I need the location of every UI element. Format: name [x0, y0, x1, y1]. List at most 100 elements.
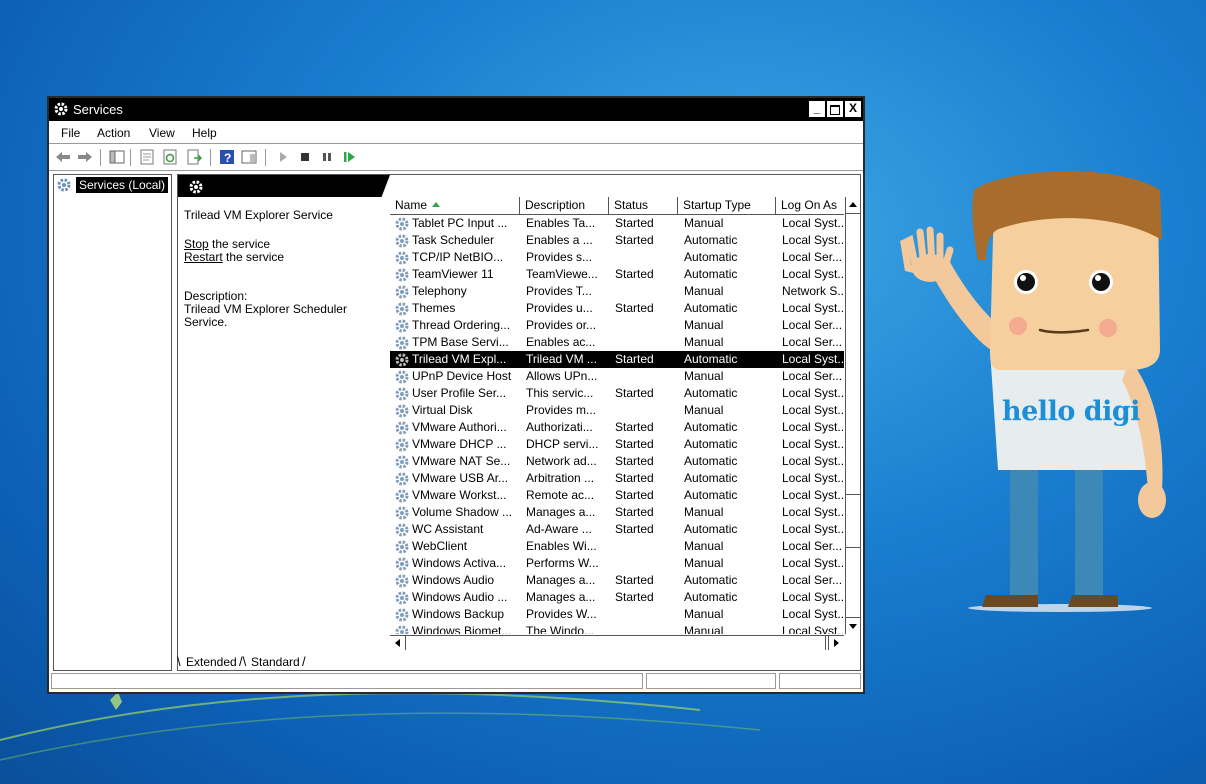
scroll-down-icon[interactable] — [846, 617, 860, 634]
services-window: Services _ X File Action View Help ? Ser… — [47, 96, 865, 694]
horizontal-scroll-thumb[interactable] — [406, 636, 826, 650]
pane-header — [178, 175, 390, 197]
table-row[interactable]: VMware Workst... Remote ac... Started Autom… — [390, 487, 844, 504]
table-row[interactable]: TPM Base Servi... Enables ac... Manual Loca… — [390, 334, 844, 351]
back-arrow-icon[interactable] — [55, 149, 71, 165]
cell-description: Authorizati... — [526, 420, 593, 434]
table-row[interactable]: Trilead VM Expl... Trilead VM ... Started A… — [390, 351, 844, 368]
table-row[interactable]: TeamViewer 11 TeamViewe... Started Automati… — [390, 266, 844, 283]
cell-description: Enables Ta... — [526, 216, 596, 230]
cell-name: VMware NAT Se... — [412, 454, 511, 468]
properties-icon[interactable] — [139, 149, 155, 165]
column-headers: Name Description Status Startup Type Log… — [390, 197, 844, 215]
export-list-icon[interactable] — [186, 149, 202, 165]
vertical-scroll-thumb[interactable] — [846, 494, 860, 548]
extended-description-panel: Trilead VM Explorer Service Stop the ser… — [184, 209, 384, 329]
table-row[interactable]: VMware USB Ar... Arbitration ... Started Au… — [390, 470, 844, 487]
resume-icon[interactable] — [342, 149, 358, 165]
table-row[interactable]: VMware DHCP ... DHCP servi... Started Autom… — [390, 436, 844, 453]
service-rows: Tablet PC Input ... Enables Ta... Started M… — [390, 215, 844, 634]
stop-service-link[interactable]: Stop — [184, 237, 209, 251]
cell-logon: Local Syst... — [782, 505, 844, 519]
table-row[interactable]: Task Scheduler Enables a ... Started Automa… — [390, 232, 844, 249]
gear-icon — [395, 421, 409, 435]
tab-extended[interactable]: Extended — [186, 655, 237, 669]
cell-status: Started — [615, 267, 654, 281]
close-button[interactable]: X — [845, 101, 861, 117]
column-header-status[interactable]: Status — [609, 197, 678, 214]
cell-logon: Local Syst... — [782, 267, 844, 281]
forward-arrow-icon[interactable] — [77, 149, 93, 165]
cell-description: Trilead VM ... — [526, 352, 597, 366]
cell-status: Started — [615, 590, 654, 604]
gear-icon — [395, 523, 409, 537]
gear-icon — [395, 251, 409, 265]
table-row[interactable]: Thread Ordering... Provides or... Manual Lo… — [390, 317, 844, 334]
svg-text:?: ? — [224, 151, 231, 165]
gear-icon — [395, 438, 409, 452]
table-row[interactable]: Tablet PC Input ... Enables Ta... Started M… — [390, 215, 844, 232]
table-row[interactable]: Virtual Disk Provides m... Manual Local Sys… — [390, 402, 844, 419]
cell-status: Started — [615, 488, 654, 502]
column-header-name[interactable]: Name — [390, 197, 520, 214]
tree-item-label: Services (Local) — [76, 177, 169, 193]
restart-service-link[interactable]: Restart — [184, 250, 223, 264]
table-row[interactable]: Windows Audio ... Manages a... Started Auto… — [390, 589, 844, 606]
cell-startup: Automatic — [684, 522, 738, 536]
refresh-icon[interactable] — [162, 149, 178, 165]
column-header-log-on-as[interactable]: Log On As — [776, 197, 844, 214]
maximize-button[interactable] — [827, 101, 843, 117]
help-icon[interactable]: ? — [219, 149, 235, 165]
horizontal-scrollbar[interactable] — [390, 635, 844, 650]
menu-action[interactable]: Action — [97, 126, 130, 140]
table-row[interactable]: TCP/IP NetBIO... Provides s... Automatic Lo… — [390, 249, 844, 266]
cell-description: Enables a ... — [526, 233, 593, 247]
cell-startup: Manual — [684, 624, 724, 634]
title-bar[interactable]: Services _ X — [49, 98, 863, 121]
cell-startup: Automatic — [684, 454, 738, 468]
table-row[interactable]: UPnP Device Host Allows UPn... Manual Local… — [390, 368, 844, 385]
cell-name: Windows Biomet... — [412, 624, 512, 634]
table-row[interactable]: Windows Audio Manages a... Started Automati… — [390, 572, 844, 589]
table-row[interactable]: Telephony Provides T... Manual Network S... — [390, 283, 844, 300]
cell-startup: Automatic — [684, 573, 738, 587]
column-header-description[interactable]: Description — [520, 197, 609, 214]
cell-logon: Local Syst... — [782, 216, 844, 230]
close-icon: X — [848, 101, 857, 115]
table-row[interactable]: WebClient Enables Wi... Manual Local Ser... — [390, 538, 844, 555]
tab-standard[interactable]: Standard — [251, 655, 300, 669]
cell-startup: Automatic — [684, 420, 738, 434]
pause-icon[interactable] — [319, 149, 335, 165]
table-row[interactable]: WC Assistant Ad-Aware ... Started Automatic… — [390, 521, 844, 538]
scroll-up-icon[interactable] — [846, 197, 860, 214]
minimize-button[interactable]: _ — [809, 101, 825, 117]
table-row[interactable]: User Profile Ser... This servic... Started… — [390, 385, 844, 402]
cell-logon: Local Ser... — [782, 318, 843, 332]
menu-view[interactable]: View — [149, 126, 175, 140]
table-row[interactable]: Windows Activa... Performs W... Manual Loca… — [390, 555, 844, 572]
cell-description: Provides s... — [526, 250, 593, 264]
show-hide-console-tree-icon[interactable] — [109, 149, 125, 165]
menu-file[interactable]: File — [61, 126, 80, 140]
gear-icon — [395, 608, 409, 622]
table-row[interactable]: Themes Provides u... Started Automatic Local… — [390, 300, 844, 317]
scroll-left-icon[interactable] — [390, 636, 406, 650]
table-row[interactable]: Volume Shadow ... Manages a... Started Manu… — [390, 504, 844, 521]
tab-divider: / — [302, 654, 306, 669]
cell-description: Provides m... — [526, 403, 597, 417]
cell-startup: Automatic — [684, 352, 738, 366]
column-header-startup-type[interactable]: Startup Type — [678, 197, 776, 214]
table-row[interactable]: Windows Backup Provides W... Manual Local S… — [390, 606, 844, 623]
table-row[interactable]: VMware NAT Se... Network ad... Started Auto… — [390, 453, 844, 470]
cell-description: Provides u... — [526, 301, 593, 315]
menu-help[interactable]: Help — [192, 126, 217, 140]
play-icon[interactable] — [275, 149, 291, 165]
cell-name: Tablet PC Input ... — [412, 216, 508, 230]
table-row[interactable]: VMware Authori... Authorizati... Started Au… — [390, 419, 844, 436]
action-pane-icon[interactable] — [241, 149, 257, 165]
cell-name: UPnP Device Host — [412, 369, 512, 383]
vertical-scrollbar[interactable] — [845, 197, 860, 634]
stop-icon[interactable] — [297, 149, 313, 165]
table-row[interactable]: Windows Biomet... The Windo... Manual Local… — [390, 623, 844, 634]
scroll-right-icon[interactable] — [828, 636, 844, 650]
